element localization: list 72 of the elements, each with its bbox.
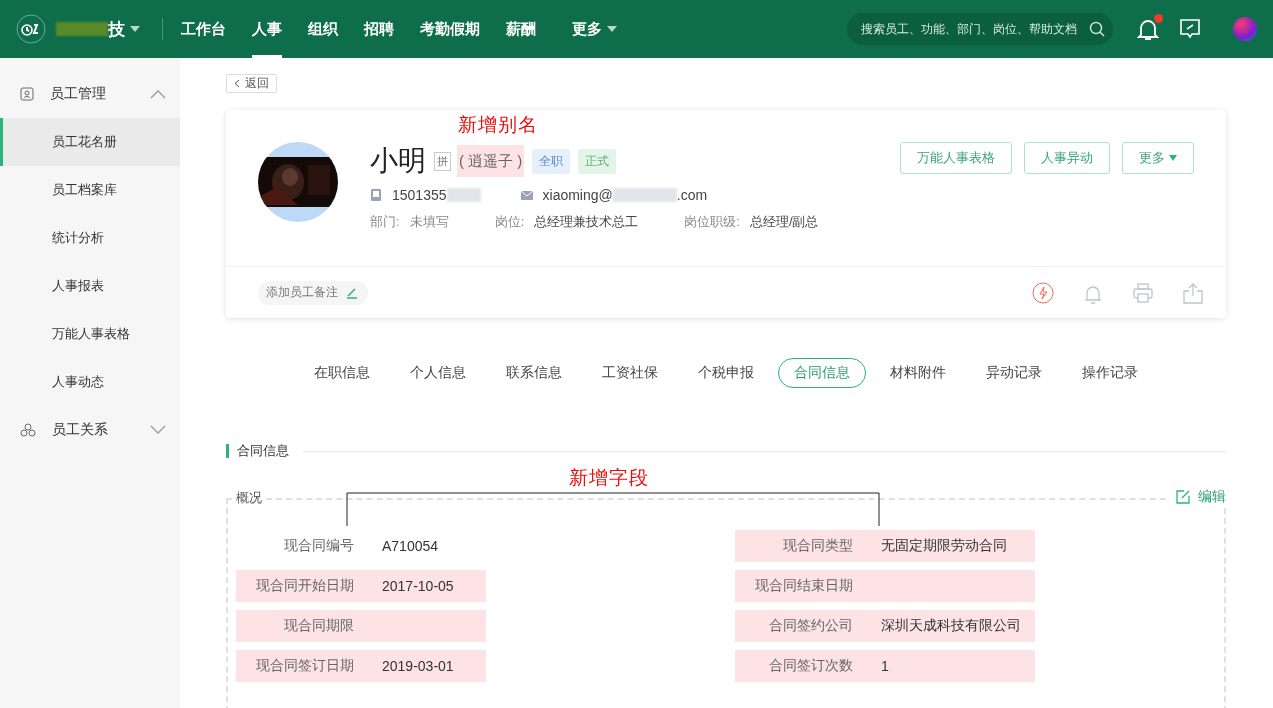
nav-tab[interactable]: 组织: [308, 0, 338, 58]
field-label: 现合同编号: [283, 537, 354, 555]
person-icon: [20, 87, 34, 101]
field-value: 2019-03-01: [382, 658, 454, 674]
field-value: A710054: [382, 538, 439, 554]
field-label: 现合同结束日期: [754, 577, 853, 595]
field-value: 无固定期限劳动合同: [881, 537, 1007, 555]
lightning-icon[interactable]: [1032, 281, 1054, 304]
search-icon: [1089, 21, 1105, 37]
status-tag: 全职: [532, 148, 571, 174]
feedback-icon[interactable]: [1179, 18, 1201, 40]
field-label: 合同签约公司: [768, 617, 853, 635]
logo-icon: [16, 14, 46, 44]
info-value: 未填写: [409, 213, 449, 231]
nav-tab[interactable]: 更多: [572, 0, 617, 58]
field-label: 合同签订次数: [768, 657, 853, 675]
chevron-icon: [150, 425, 166, 435]
redaction: [612, 188, 677, 202]
pinyin-badge[interactable]: 拼: [434, 151, 451, 171]
sidebar-item[interactable]: 员工花名册: [0, 118, 180, 166]
people-icon: [20, 423, 36, 437]
email-user: xiaoming@: [542, 187, 613, 203]
annotation-label: 新增字段: [569, 466, 649, 490]
phone-icon: [370, 189, 382, 201]
employee-name: 小明: [370, 144, 426, 178]
nav-tab[interactable]: 考勤假期: [420, 0, 480, 58]
email-domain: .com: [676, 187, 708, 203]
user-avatar[interactable]: [1233, 17, 1257, 41]
section-title: 合同信息: [226, 444, 289, 458]
back-button[interactable]: 返回: [226, 74, 277, 93]
company-name: 技: [108, 18, 125, 41]
status-tag: 正式: [578, 148, 617, 174]
info-label: 岗位:: [494, 213, 525, 231]
info-value: 总经理/副总: [749, 213, 819, 231]
sidebar-item[interactable]: 统计分析: [0, 214, 180, 262]
redaction: [56, 22, 108, 36]
print-icon[interactable]: [1132, 281, 1154, 304]
sidebar-item[interactable]: 万能人事表格: [0, 310, 180, 358]
info-label: 部门:: [370, 213, 400, 231]
chevron-icon: [234, 79, 240, 88]
redaction: [446, 188, 481, 202]
sidebar-item[interactable]: 人事动态: [0, 358, 180, 406]
tab[interactable]: 合同信息: [778, 358, 866, 388]
chevron-icon: [150, 89, 166, 99]
sidebar-item[interactable]: 员工档案库: [0, 166, 180, 214]
field-value: 2017-10-05: [382, 578, 454, 594]
field-value: 1: [881, 658, 889, 674]
caret-icon: [130, 26, 140, 32]
pencil-icon: [346, 286, 358, 299]
search-bar[interactable]: 搜索员工、功能、部门、岗位、帮助文档: [847, 13, 1113, 45]
field-label: 现合同开始日期: [255, 577, 354, 595]
nav-tab[interactable]: 工作台: [181, 0, 226, 58]
field-label: 现合同签订日期: [255, 657, 354, 675]
mail-icon: [520, 189, 533, 201]
field-label: 现合同期限: [283, 617, 354, 635]
field-label: 现合同类型: [782, 537, 853, 555]
annotation-label: 新增别名: [458, 113, 538, 137]
edit-icon: [1176, 490, 1190, 504]
info-value: 总经理兼技术总工: [534, 213, 639, 231]
phone-number: 1501355: [392, 187, 447, 203]
sidebar-item[interactable]: 人事报表: [0, 262, 180, 310]
sidebar-group[interactable]: 员工关系: [0, 406, 180, 454]
add-note-button[interactable]: 添加员工备注: [258, 280, 368, 305]
sidebar-group[interactable]: 员工管理: [0, 70, 180, 118]
share-icon[interactable]: [1182, 281, 1204, 304]
info-label: 岗位职级:: [684, 213, 740, 231]
search-field[interactable]: 搜索员工、功能、部门、岗位、帮助文档: [861, 22, 1087, 36]
edit-link[interactable]: 编辑: [1170, 488, 1226, 506]
nav-tab[interactable]: 招聘: [364, 0, 394, 58]
field-value: 深圳天成科技有限公司: [881, 617, 1021, 635]
alias-text: ( 逍遥子 ): [457, 145, 525, 177]
nav-tab[interactable]: 薪酬: [506, 0, 536, 58]
